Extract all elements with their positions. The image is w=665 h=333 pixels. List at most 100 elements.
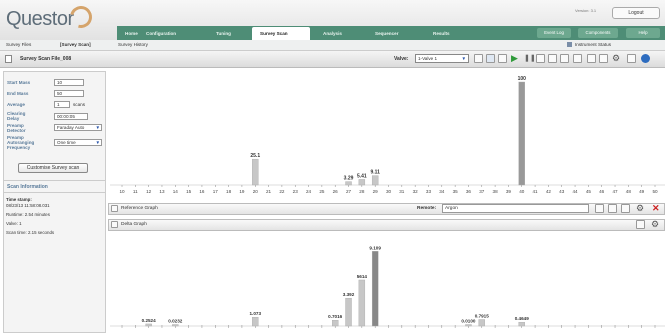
chart-bar: [252, 158, 259, 186]
tab-configuration[interactable]: Configuration: [138, 27, 198, 40]
divider: [4, 180, 105, 181]
tab-survey-scan[interactable]: Survey Scan: [252, 27, 310, 40]
x-tick-label: 47: [612, 189, 618, 194]
subnav-survey-scan[interactable]: [Survey Scan]: [60, 42, 91, 47]
chart-bar: [172, 324, 179, 327]
bar-value-label: 0.7016: [328, 314, 342, 319]
x-tick-label: 42: [546, 189, 552, 194]
x-tick-label: 30: [386, 189, 392, 194]
average-input[interactable]: 1: [54, 101, 70, 108]
x-tick-label: 20: [253, 189, 259, 194]
table-icon[interactable]: [560, 54, 569, 63]
reference-graph-label: Reference Graph: [121, 206, 158, 211]
runtime-text: Runtime: 2.54 minutes: [6, 212, 50, 217]
x-tick-label: 35: [453, 189, 459, 194]
bar-value-label: 9.11: [370, 170, 380, 176]
x-tick-label: 46: [599, 189, 605, 194]
x-tick-label: 11: [133, 189, 138, 194]
x-tick-label: 27: [346, 189, 352, 194]
preamp-autoranging-label3: Frequency: [7, 145, 31, 150]
bar-value-label: 5.41: [357, 173, 367, 179]
pause-icon[interactable]: ❚❚: [524, 54, 536, 63]
close-icon[interactable]: ✕: [652, 203, 660, 213]
bar-value-label: 3.29: [344, 176, 354, 182]
export-icon[interactable]: [621, 204, 630, 213]
average-unit: scans: [73, 102, 86, 107]
delta-graph-bar: [108, 219, 665, 231]
clearing-delay-input[interactable]: 00:00:05: [54, 113, 88, 120]
end-mass-input[interactable]: 50: [54, 90, 84, 97]
delta-chart: 0.2524 0.0232 1.073 0.7016 3.392 5614 9.109 0.0…: [110, 232, 665, 333]
preamp-autoranging-select[interactable]: One time ▼: [54, 139, 102, 146]
remote-input[interactable]: Argon: [442, 204, 589, 213]
tab-analysis[interactable]: Analysis: [315, 27, 365, 40]
x-tick-label: 16: [199, 189, 205, 194]
remote-label: Remote:: [417, 206, 437, 211]
chart-bar: [345, 181, 352, 186]
graph-icon: [111, 205, 118, 212]
grid-icon[interactable]: [573, 54, 582, 63]
export-icon[interactable]: [587, 54, 596, 63]
tab-sequencer[interactable]: Sequencer: [367, 27, 417, 40]
gear-icon[interactable]: ⚙: [612, 53, 620, 63]
help-button[interactable]: Help: [626, 28, 660, 38]
gear-icon[interactable]: ⚙: [651, 219, 659, 229]
sub-nav: [0, 40, 665, 51]
x-tick-label: 49: [639, 189, 645, 194]
x-tick-label: 22: [279, 189, 285, 194]
valve-select[interactable]: 1-Valve 1 ▼: [415, 54, 469, 63]
bar-value-label: 0.0100: [461, 319, 475, 324]
save-icon[interactable]: [486, 54, 495, 63]
x-tick-label: 31: [399, 189, 405, 194]
x-tick-label: 38: [493, 189, 499, 194]
chart-bar: [145, 323, 152, 327]
subnav-survey-files[interactable]: Survey Files: [6, 42, 31, 47]
x-tick-label: 50: [652, 189, 658, 194]
logout-button[interactable]: Logout: [612, 7, 660, 19]
delta-graph-label: Delta Graph: [121, 222, 147, 227]
chart-bar: [252, 317, 259, 327]
valve-text: Valve: 1: [6, 221, 22, 226]
info-icon[interactable]: [641, 54, 650, 63]
time-stamp-label: Time stamp:: [6, 197, 32, 202]
chart-bar: [345, 297, 352, 327]
gear-icon[interactable]: ⚙: [636, 203, 644, 213]
x-tick-label: 17: [213, 189, 219, 194]
questor-logo: Questor: [6, 1, 96, 34]
document-icon[interactable]: [599, 54, 608, 63]
instrument-status-icon: [567, 42, 572, 47]
components-button[interactable]: Components: [578, 28, 618, 38]
preamp-detector-select[interactable]: Faraday Auto ▼: [54, 124, 102, 131]
graph-icon: [111, 221, 118, 228]
customise-survey-button[interactable]: Customise Survey scan: [18, 163, 88, 173]
chart-bar: [331, 320, 339, 327]
x-tick-label: 45: [586, 189, 592, 194]
window-icon[interactable]: [474, 54, 483, 63]
refresh-icon[interactable]: [536, 54, 545, 63]
copy-icon[interactable]: [608, 204, 617, 213]
instrument-status-link[interactable]: Instrument Status: [575, 42, 611, 47]
x-tick-label: 32: [413, 189, 419, 194]
x-tick-label: 28: [359, 189, 365, 194]
x-tick-label: 15: [186, 189, 192, 194]
export-icon[interactable]: [636, 220, 645, 229]
bar-value-label: 9.109: [369, 245, 381, 250]
notes-icon[interactable]: [627, 54, 636, 63]
compare-icon[interactable]: [595, 204, 604, 213]
tab-tuning[interactable]: Tuning: [208, 27, 248, 40]
x-tick-label: 26: [333, 189, 339, 194]
start-mass-label: Start Mass: [7, 80, 31, 85]
play-icon[interactable]: ▶: [511, 54, 518, 63]
settings-icon[interactable]: [498, 54, 507, 63]
tab-results[interactable]: Results: [425, 27, 475, 40]
x-tick-label: 48: [626, 189, 632, 194]
version-label: Version: 3.1: [575, 8, 597, 13]
event-log-button[interactable]: Event Log: [537, 28, 571, 38]
start-mass-input[interactable]: 10: [54, 79, 84, 86]
x-tick-label: 24: [306, 189, 312, 194]
bar-value-label: 100: [518, 76, 527, 82]
subnav-survey-history[interactable]: Survey History: [118, 42, 148, 47]
time-stamp-value: 08/23/13 11:58:08.031: [6, 203, 50, 208]
clock-icon[interactable]: [548, 54, 557, 63]
scan-info-heading: Scan Information: [7, 184, 48, 190]
